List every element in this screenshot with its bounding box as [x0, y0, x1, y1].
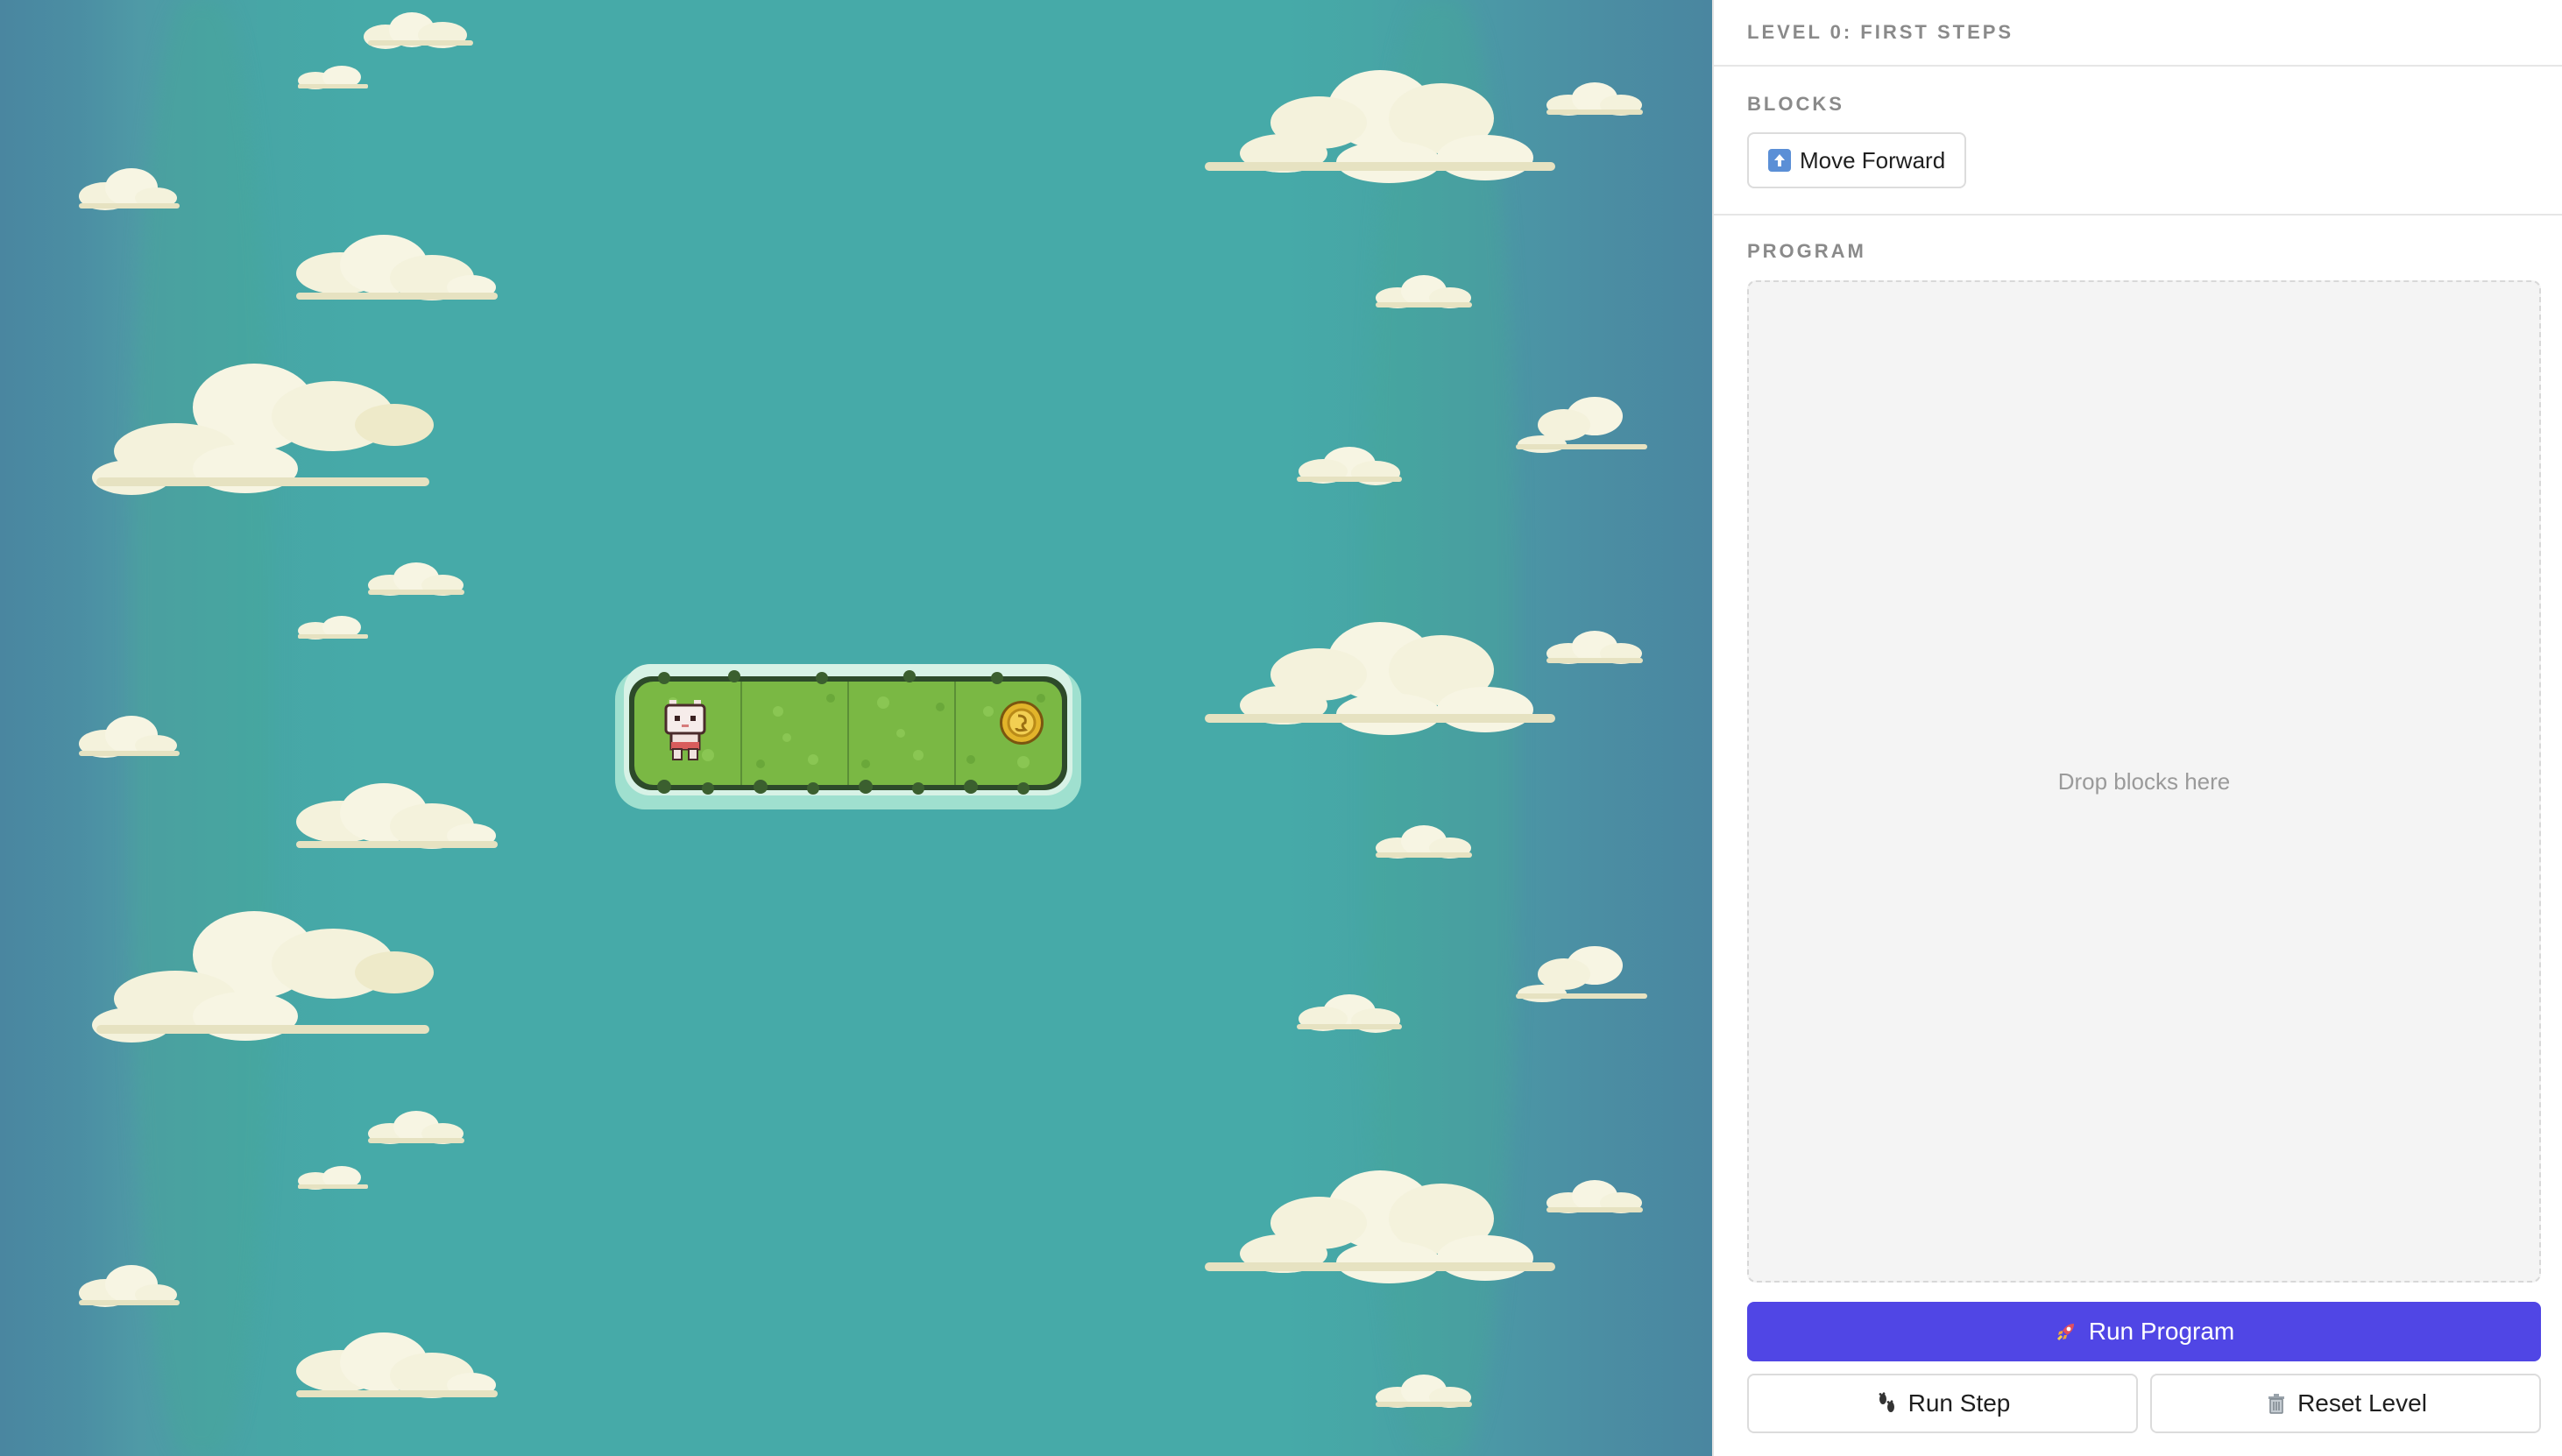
blocks-label: BLOCKS	[1747, 93, 1844, 115]
program-drop-zone[interactable]: Drop blocks here	[1747, 280, 2541, 1283]
arrow-up-icon	[1768, 149, 1791, 172]
cloud-decoration	[298, 66, 368, 89]
footprints-icon	[1875, 1391, 1900, 1416]
cloud-decoration	[1297, 994, 1402, 1033]
app-root: LEVEL 0: FIRST STEPS BLOCKS Move Forward…	[0, 0, 2562, 1456]
trash-icon	[2264, 1391, 2289, 1416]
cloud-decoration	[1205, 1170, 1555, 1283]
cloud-decoration	[79, 716, 180, 758]
run-step-label: Run Step	[1907, 1389, 2011, 1417]
cloud-decoration	[368, 1111, 464, 1144]
move-forward-block[interactable]: Move Forward	[1747, 132, 1967, 188]
cloud-decoration	[296, 783, 498, 849]
cloud-decoration	[296, 235, 498, 300]
drop-hint-text: Drop blocks here	[2057, 767, 2231, 795]
player-character	[664, 700, 706, 760]
run-program-button[interactable]: Run Program	[1747, 1302, 2541, 1361]
reset-level-button[interactable]: Reset Level	[2150, 1374, 2541, 1433]
coin-icon	[1000, 701, 1044, 745]
cloud-decoration	[1376, 1375, 1472, 1408]
cloud-decoration	[1376, 275, 1472, 308]
program-section: PROGRAM Drop blocks here Run Program Run…	[1714, 216, 2562, 1456]
cloud-decoration	[1546, 631, 1643, 664]
cloud-decoration	[79, 1265, 180, 1307]
cloud-decoration	[1205, 70, 1555, 183]
cloud-decoration	[364, 12, 473, 49]
cloud-decoration	[1516, 946, 1647, 1002]
cloud-decoration	[1205, 622, 1555, 735]
program-label: PROGRAM	[1747, 240, 1866, 262]
cloud-decoration	[92, 911, 434, 1043]
run-step-button[interactable]: Run Step	[1747, 1374, 2138, 1433]
reset-level-label: Reset Level	[2297, 1389, 2427, 1417]
cloud-decoration	[1516, 397, 1647, 453]
cloud-decoration	[79, 168, 180, 210]
level-header: LEVEL 0: FIRST STEPS	[1714, 0, 2562, 67]
cloud-decoration	[1297, 447, 1402, 485]
side-panel: LEVEL 0: FIRST STEPS BLOCKS Move Forward…	[1712, 0, 2562, 1456]
level-title: LEVEL 0: FIRST STEPS	[1747, 21, 2014, 43]
game-view	[0, 0, 1712, 1456]
cloud-decoration	[298, 1166, 368, 1190]
blocks-palette: BLOCKS Move Forward	[1714, 67, 2562, 216]
cloud-decoration	[1376, 825, 1472, 859]
cloud-decoration	[368, 562, 464, 596]
move-forward-label: Move Forward	[1800, 146, 1946, 173]
run-program-label: Run Program	[2088, 1318, 2235, 1345]
cloud-decoration	[1546, 82, 1643, 116]
cloud-decoration	[296, 1332, 498, 1398]
cloud-decoration	[298, 616, 368, 640]
cloud-decoration	[92, 364, 434, 495]
cloud-decoration	[1546, 1180, 1643, 1213]
rocket-icon	[2054, 1319, 2078, 1344]
